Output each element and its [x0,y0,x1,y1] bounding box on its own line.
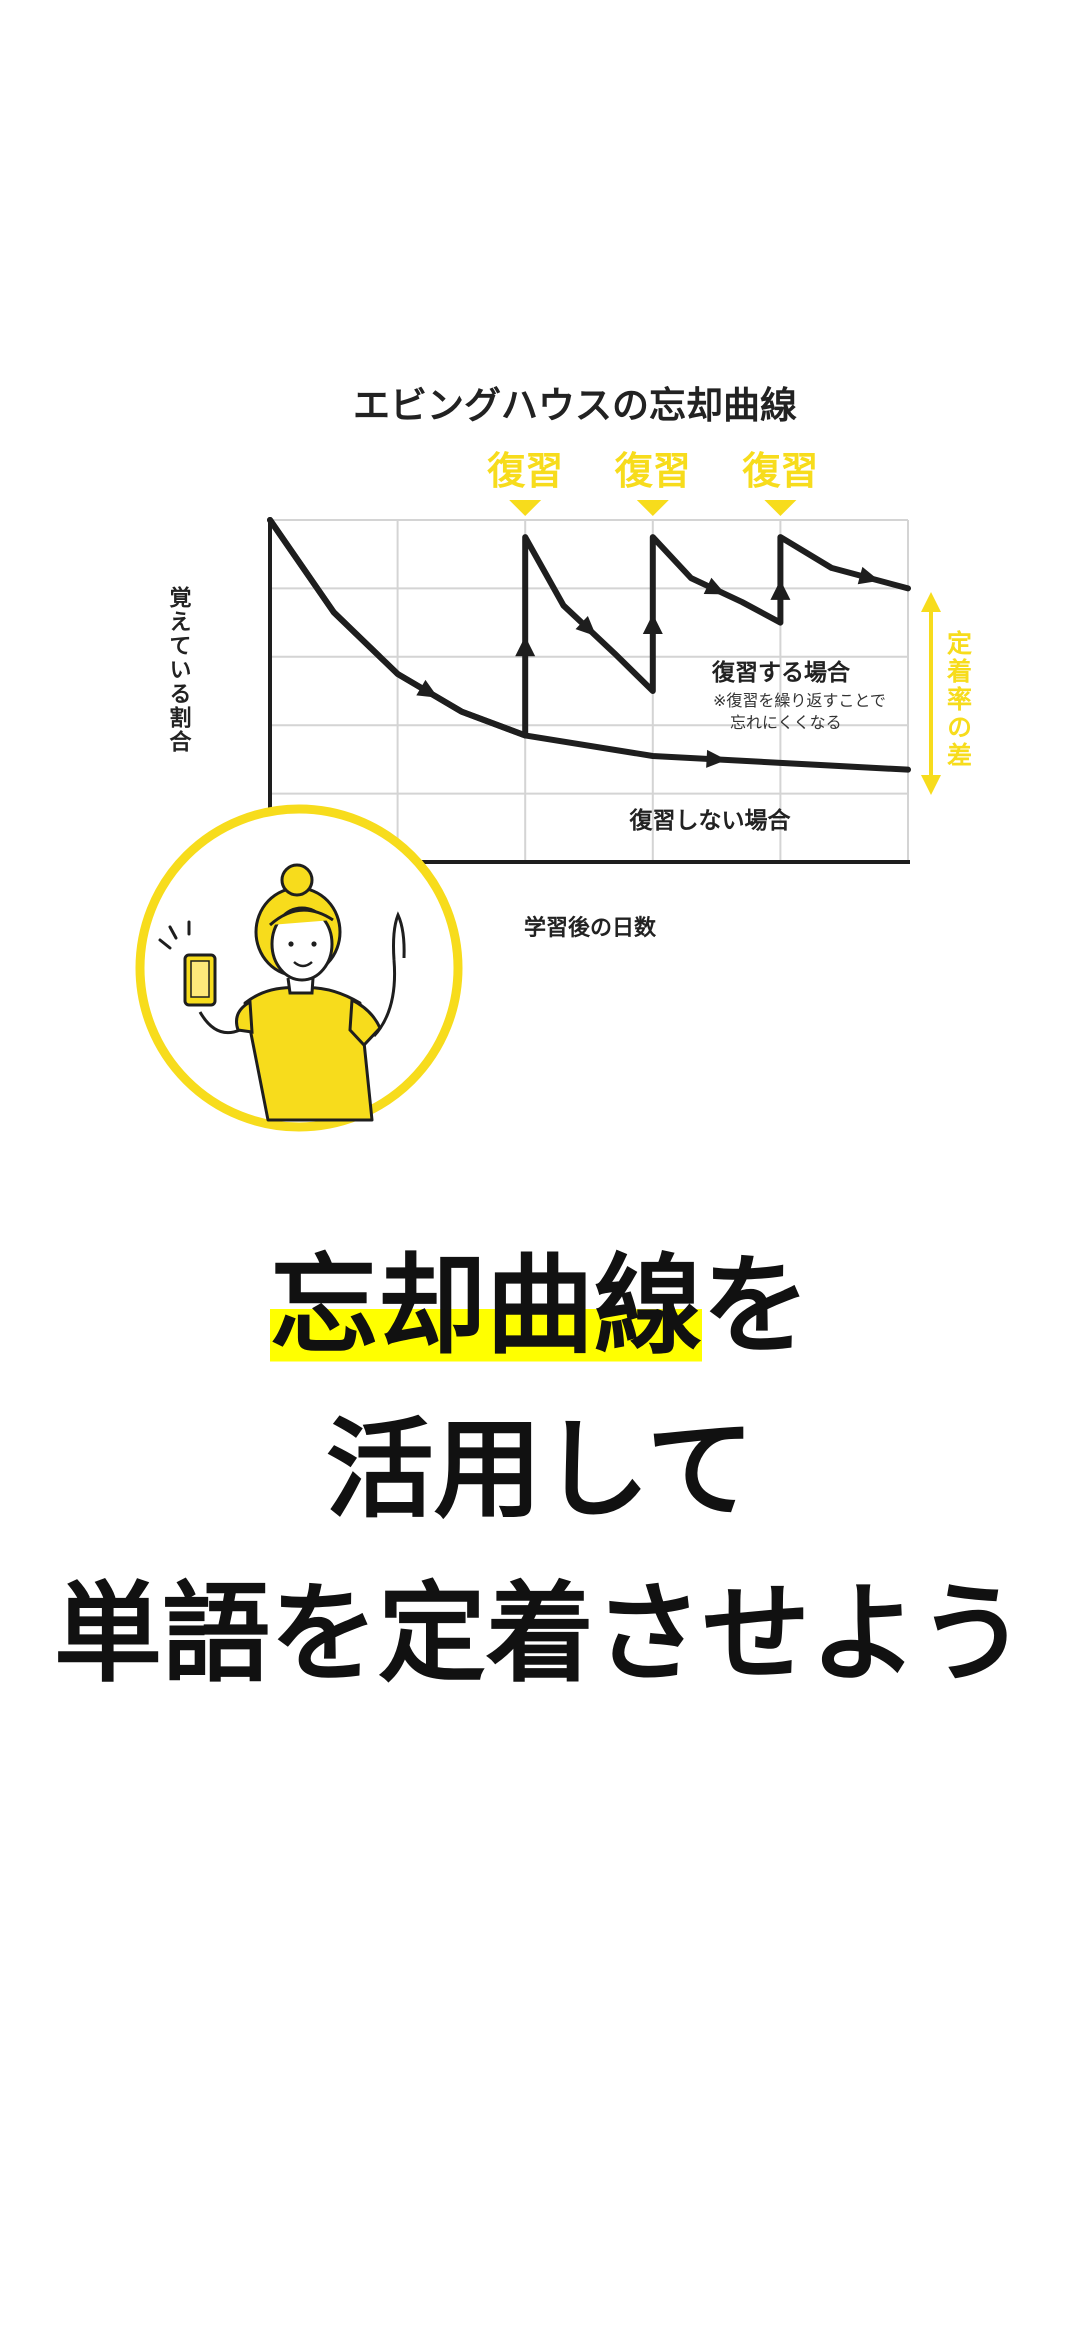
woman-with-phone-illustration [135,804,463,1132]
review-marker-arrow [509,500,542,516]
review-case-note-line1: ※復習を繰り返すことで [713,691,886,710]
series-jump-arrow [515,636,536,657]
retention-gap-bracket [921,592,941,795]
review-marker-label: 復習 [486,449,563,493]
x-axis-label: 学習後の日数 [524,915,657,941]
headline-line-2: 活用して [325,1408,755,1533]
review-marker-arrow [636,500,669,516]
review-markers: 復習 復習 復習 [486,449,818,516]
series-direction-arrow [706,749,727,768]
no-review-label: 復習しない場合 [629,807,792,834]
review-marker-label: 復習 [614,449,691,493]
review-case-label: 復習する場合 [711,659,851,686]
headline: 忘却曲線を 活用して 単語を定着させよう [0,1225,1080,1717]
series-jump-arrow [770,579,791,600]
series-layer [267,517,911,773]
headline-line-1-rest: を [702,1244,811,1369]
series-jump-arrow [642,614,663,635]
headline-line-3: 単語を定着させよう [53,1572,1026,1697]
forgetting-curve-figure: エビングハウスの忘却曲線 復習 復習 復習 定着率の差 復習する場合 ※復習を繰り返… [135,384,974,1132]
series-direction-arrow [703,577,726,595]
review-marker-label: 復習 [741,449,818,493]
chart-title: エビングハウスの忘却曲線 [353,384,797,427]
review-case-note-line2: 忘れにくくなる [730,713,842,732]
headline-highlight: 忘却曲線 [269,1244,702,1369]
y-axis-label: 覚えている割合 [166,585,192,754]
review-marker-arrow [764,500,797,516]
headline-line-1: 忘却曲線を [0,1225,1080,1389]
retention-gap-label: 定着率の差 [944,629,974,770]
